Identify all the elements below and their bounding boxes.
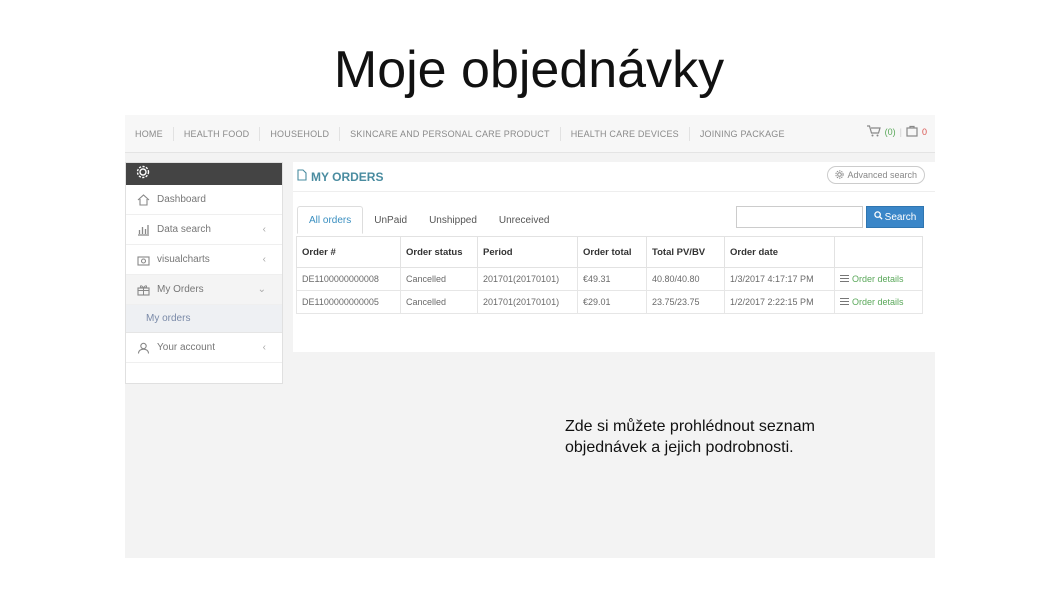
tab-all-orders[interactable]: All orders	[297, 206, 364, 234]
main-panel: MY ORDERS Advanced search All orders UnP…	[293, 162, 935, 352]
column-header-order-status: Order status	[400, 236, 478, 268]
nav-joining-package[interactable]: JOINING PACKAGE	[690, 127, 795, 141]
order-details-label: Order details	[852, 296, 904, 307]
order-pv-bv: 23.75/23.75	[646, 290, 725, 314]
advanced-search-button[interactable]: Advanced search	[827, 166, 925, 184]
slide-caption: Zde si můžete prohlédnout seznam objedná…	[565, 416, 905, 458]
gift-icon	[136, 284, 150, 296]
cart-count: (0)	[884, 127, 896, 137]
order-tabs: All orders UnPaid Unshipped Unreceived	[297, 206, 560, 234]
divider: |	[899, 127, 902, 137]
chevron-left-icon: ‹	[262, 342, 266, 353]
order-total: €49.31	[577, 267, 647, 291]
cart-icon[interactable]	[866, 125, 881, 139]
search-button-label: Search	[884, 211, 917, 223]
gear-icon	[835, 169, 845, 181]
tab-unpaid[interactable]: UnPaid	[363, 206, 418, 234]
order-details-link[interactable]: Order details	[840, 274, 904, 284]
nav-household[interactable]: HOUSEHOLD	[260, 126, 341, 141]
slide-title: Moje objednávky	[333, 41, 725, 99]
order-period: 201701(20170101)	[477, 290, 578, 314]
sidebar-item-label: Your account	[157, 342, 216, 353]
top-navigation: HOME HEALTH FOOD HOUSEHOLD SKINCARE AND …	[125, 115, 935, 153]
column-header-order-number: Order #	[296, 236, 401, 268]
sidebar-item-dashboard[interactable]: Dashboard	[126, 185, 282, 215]
order-details-link[interactable]: Order details	[840, 297, 904, 307]
order-number: DE1100000000008	[296, 267, 401, 291]
sidebar-item-label: Data search	[157, 224, 211, 235]
chevron-left-icon: ‹	[262, 224, 266, 235]
document-icon	[297, 168, 307, 186]
sidebar-item-label: My Orders	[157, 284, 204, 295]
column-header-order-total: Order total	[577, 236, 647, 268]
advanced-search-label: Advanced search	[847, 170, 917, 180]
sidebar-item-data-search[interactable]: Data search ‹	[126, 215, 282, 245]
order-status: Cancelled	[400, 267, 478, 291]
order-details-cell: Order details	[834, 267, 923, 291]
user-icon	[136, 342, 150, 354]
search-button[interactable]: Search	[866, 206, 924, 228]
column-header-actions	[834, 236, 923, 268]
bag-icon[interactable]	[906, 125, 918, 139]
screenshot-frame: HOME HEALTH FOOD HOUSEHOLD SKINCARE AND …	[125, 115, 935, 558]
sidebar-item-your-account[interactable]: Your account ‹	[126, 333, 282, 363]
search-input[interactable]	[736, 206, 863, 228]
tab-unreceived[interactable]: Unreceived	[488, 206, 561, 234]
bar-chart-icon	[136, 224, 150, 236]
home-icon	[136, 193, 150, 206]
sidebar-header	[126, 163, 282, 185]
sidebar-item-label: Dashboard	[157, 194, 206, 205]
sidebar-item-label: visualcharts	[157, 254, 210, 265]
order-date: 1/3/2017 4:17:17 PM	[724, 267, 835, 291]
sidebar-subitem-my-orders[interactable]: My orders	[126, 305, 282, 333]
nav-health-food[interactable]: HEALTH FOOD	[174, 126, 261, 141]
chevron-down-icon: ⌄	[257, 284, 266, 295]
list-icon	[840, 275, 849, 283]
cart-area[interactable]: (0) | 0	[866, 125, 927, 139]
gear-icon[interactable]	[136, 165, 150, 184]
page-title: MY ORDERS	[311, 169, 384, 184]
order-status: Cancelled	[400, 290, 478, 314]
order-details-label: Order details	[852, 273, 904, 284]
order-date: 1/2/2017 2:22:15 PM	[724, 290, 835, 314]
nav-home[interactable]: HOME	[125, 126, 174, 141]
sidebar: Dashboard Data search ‹ visualcharts ‹ M…	[125, 162, 283, 384]
caption-line: objednávek a jejich podrobnosti.	[565, 439, 794, 456]
chevron-left-icon: ‹	[262, 254, 266, 265]
column-header-period: Period	[477, 236, 578, 268]
order-period: 201701(20170101)	[477, 267, 578, 291]
orders-table: Order # Order status Period Order total …	[296, 236, 923, 314]
nav-health-care-devices[interactable]: HEALTH CARE DEVICES	[561, 126, 690, 141]
bag-count: 0	[921, 127, 927, 137]
search-icon	[873, 211, 883, 223]
caption-line: Zde si můžete prohlédnout seznam	[565, 418, 815, 435]
sidebar-item-my-orders[interactable]: My Orders ⌄	[126, 275, 282, 305]
nav-skincare[interactable]: SKINCARE AND PERSONAL CARE PRODUCT	[340, 126, 561, 141]
order-total: €29.01	[577, 290, 647, 314]
sidebar-item-visualcharts[interactable]: visualcharts ‹	[126, 245, 282, 275]
column-header-total-pv-bv: Total PV/BV	[646, 236, 725, 268]
table-header-row: Order # Order status Period Order total …	[296, 236, 923, 268]
tab-unshipped[interactable]: Unshipped	[418, 206, 488, 234]
order-pv-bv: 40.80/40.80	[646, 267, 725, 291]
order-number: DE1100000000005	[296, 290, 401, 314]
camera-icon	[136, 254, 150, 266]
table-row: DE1100000000005 Cancelled 201701(2017010…	[296, 290, 923, 314]
table-row: DE1100000000008 Cancelled 201701(2017010…	[296, 267, 923, 291]
list-icon	[840, 298, 849, 306]
order-details-cell: Order details	[834, 290, 923, 314]
column-header-order-date: Order date	[724, 236, 835, 268]
